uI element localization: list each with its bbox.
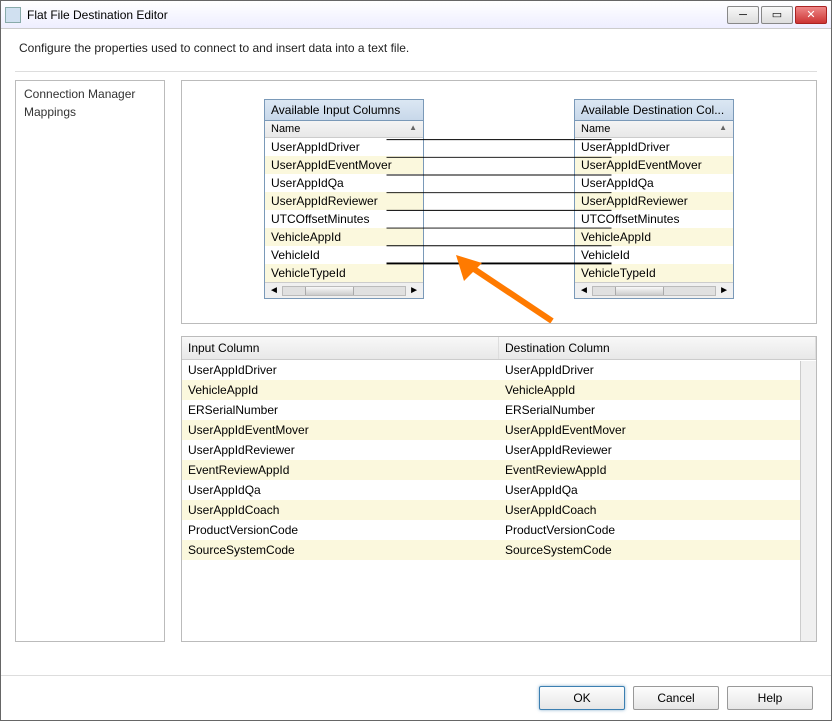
table-row[interactable]: UserAppIdEventMoverUserAppIdEventMover <box>182 420 816 440</box>
scroll-up-icon[interactable]: ▲ <box>409 123 417 135</box>
destination-columns-header: Available Destination Col... <box>575 100 733 121</box>
destination-columns-name-header[interactable]: Name▲ <box>575 121 733 138</box>
cancel-button[interactable]: Cancel <box>633 686 719 710</box>
column-item[interactable]: VehicleTypeId <box>265 264 423 282</box>
dest-hscroll[interactable]: ◄► <box>575 282 733 298</box>
table-cell: VehicleAppId <box>182 380 499 400</box>
table-row[interactable]: ERSerialNumberERSerialNumber <box>182 400 816 420</box>
maximize-button[interactable]: ▭ <box>761 6 793 24</box>
minimize-button[interactable]: ─ <box>727 6 759 24</box>
table-cell: UserAppIdQa <box>499 480 816 500</box>
column-item[interactable]: UserAppIdReviewer <box>265 192 423 210</box>
destination-columns-box: Available Destination Col... Name▲ UserA… <box>574 99 734 299</box>
column-item[interactable]: VehicleAppId <box>265 228 423 246</box>
table-cell: UserAppIdEventMover <box>182 420 499 440</box>
column-item[interactable]: VehicleId <box>575 246 733 264</box>
table-row[interactable]: UserAppIdCoachUserAppIdCoach <box>182 500 816 520</box>
grid-header-destination[interactable]: Destination Column <box>499 337 816 359</box>
table-row[interactable]: EventReviewAppIdEventReviewAppId <box>182 460 816 480</box>
column-item[interactable]: UserAppIdReviewer <box>575 192 733 210</box>
table-row[interactable]: VehicleAppIdVehicleAppId <box>182 380 816 400</box>
column-mapper: Available Input Columns Name▲ UserAppIdD… <box>181 80 817 324</box>
column-item[interactable]: VehicleId <box>265 246 423 264</box>
column-item[interactable]: UserAppIdDriver <box>265 138 423 156</box>
table-cell: UserAppIdDriver <box>499 360 816 380</box>
column-item[interactable]: VehicleAppId <box>575 228 733 246</box>
table-cell: UserAppIdEventMover <box>499 420 816 440</box>
column-item[interactable]: UserAppIdEventMover <box>575 156 733 174</box>
input-columns-box: Available Input Columns Name▲ UserAppIdD… <box>264 99 424 299</box>
table-cell: ProductVersionCode <box>499 520 816 540</box>
table-row[interactable]: UserAppIdQaUserAppIdQa <box>182 480 816 500</box>
table-row[interactable]: SourceSystemCodeSourceSystemCode <box>182 540 816 560</box>
column-item[interactable]: UserAppIdQa <box>575 174 733 192</box>
table-cell: ERSerialNumber <box>499 400 816 420</box>
grid-header: Input Column Destination Column <box>182 337 816 360</box>
mapping-grid: Input Column Destination Column UserAppI… <box>181 336 817 642</box>
grid-vscroll[interactable] <box>800 361 816 641</box>
close-button[interactable]: ✕ <box>795 6 827 24</box>
column-item[interactable]: UserAppIdQa <box>265 174 423 192</box>
sidebar-item-mappings[interactable]: Mappings <box>24 103 156 121</box>
table-cell: ERSerialNumber <box>182 400 499 420</box>
table-cell: ProductVersionCode <box>182 520 499 540</box>
table-cell: UserAppIdCoach <box>499 500 816 520</box>
column-item[interactable]: UTCOffsetMinutes <box>265 210 423 228</box>
window-title: Flat File Destination Editor <box>27 8 727 22</box>
grid-header-input[interactable]: Input Column <box>182 337 499 359</box>
column-item[interactable]: UTCOffsetMinutes <box>575 210 733 228</box>
sidebar-item-connection[interactable]: Connection Manager <box>24 85 156 103</box>
input-columns-header: Available Input Columns <box>265 100 423 121</box>
ok-button[interactable]: OK <box>539 686 625 710</box>
table-row[interactable]: UserAppIdDriverUserAppIdDriver <box>182 360 816 380</box>
table-row[interactable]: UserAppIdReviewerUserAppIdReviewer <box>182 440 816 460</box>
column-item[interactable]: VehicleTypeId <box>575 264 733 282</box>
table-cell: UserAppIdReviewer <box>499 440 816 460</box>
instruction-text: Configure the properties used to connect… <box>1 29 831 59</box>
table-cell: VehicleAppId <box>499 380 816 400</box>
input-columns-name-header[interactable]: Name▲ <box>265 121 423 138</box>
table-cell: UserAppIdDriver <box>182 360 499 380</box>
input-hscroll[interactable]: ◄► <box>265 282 423 298</box>
column-item[interactable]: UserAppIdDriver <box>575 138 733 156</box>
table-row[interactable]: ProductVersionCodeProductVersionCode <box>182 520 816 540</box>
table-cell: UserAppIdQa <box>182 480 499 500</box>
table-cell: EventReviewAppId <box>182 460 499 480</box>
table-cell: SourceSystemCode <box>499 540 816 560</box>
section-sidebar: Connection Manager Mappings <box>15 80 165 642</box>
annotation-arrow <box>442 241 572 324</box>
table-cell: UserAppIdReviewer <box>182 440 499 460</box>
titlebar: Flat File Destination Editor ─ ▭ ✕ <box>1 1 831 29</box>
table-cell: SourceSystemCode <box>182 540 499 560</box>
scroll-up-icon[interactable]: ▲ <box>719 123 727 135</box>
app-icon <box>5 7 21 23</box>
help-button[interactable]: Help <box>727 686 813 710</box>
table-cell: UserAppIdCoach <box>182 500 499 520</box>
column-item[interactable]: UserAppIdEventMover <box>265 156 423 174</box>
table-cell: EventReviewAppId <box>499 460 816 480</box>
